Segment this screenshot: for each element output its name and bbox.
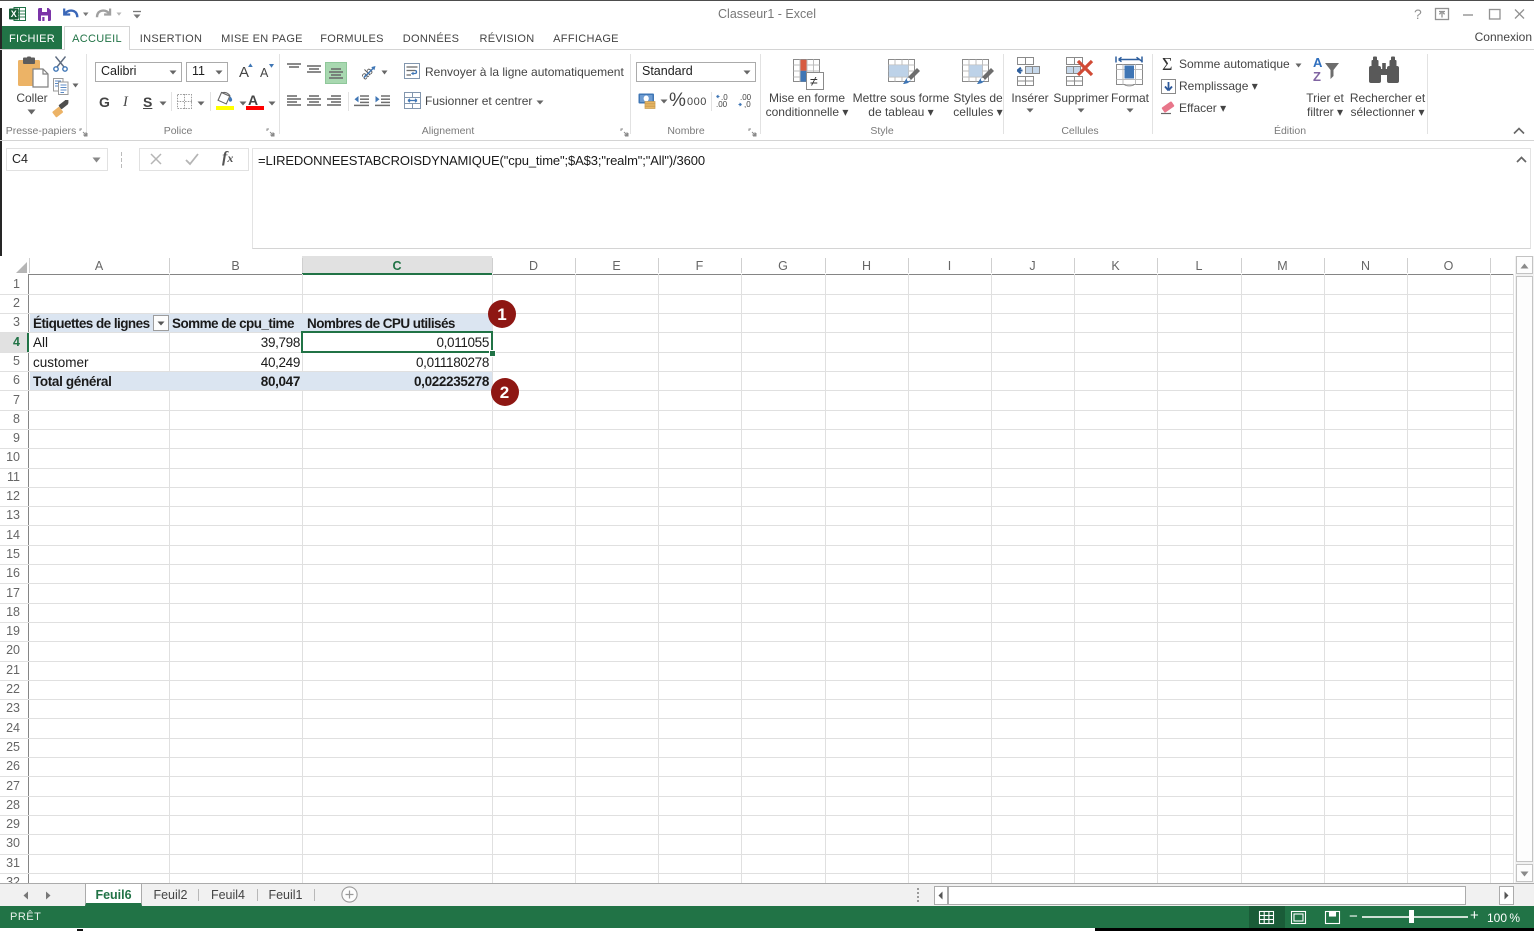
svg-text:A: A — [239, 64, 249, 81]
svg-text:≠: ≠ — [810, 73, 818, 89]
svg-text:A: A — [260, 66, 269, 80]
svg-text:Z: Z — [1313, 69, 1321, 84]
svg-text:A: A — [1313, 55, 1323, 70]
svg-text:?: ? — [1414, 6, 1422, 22]
svg-text:.0: .0 — [721, 93, 728, 102]
